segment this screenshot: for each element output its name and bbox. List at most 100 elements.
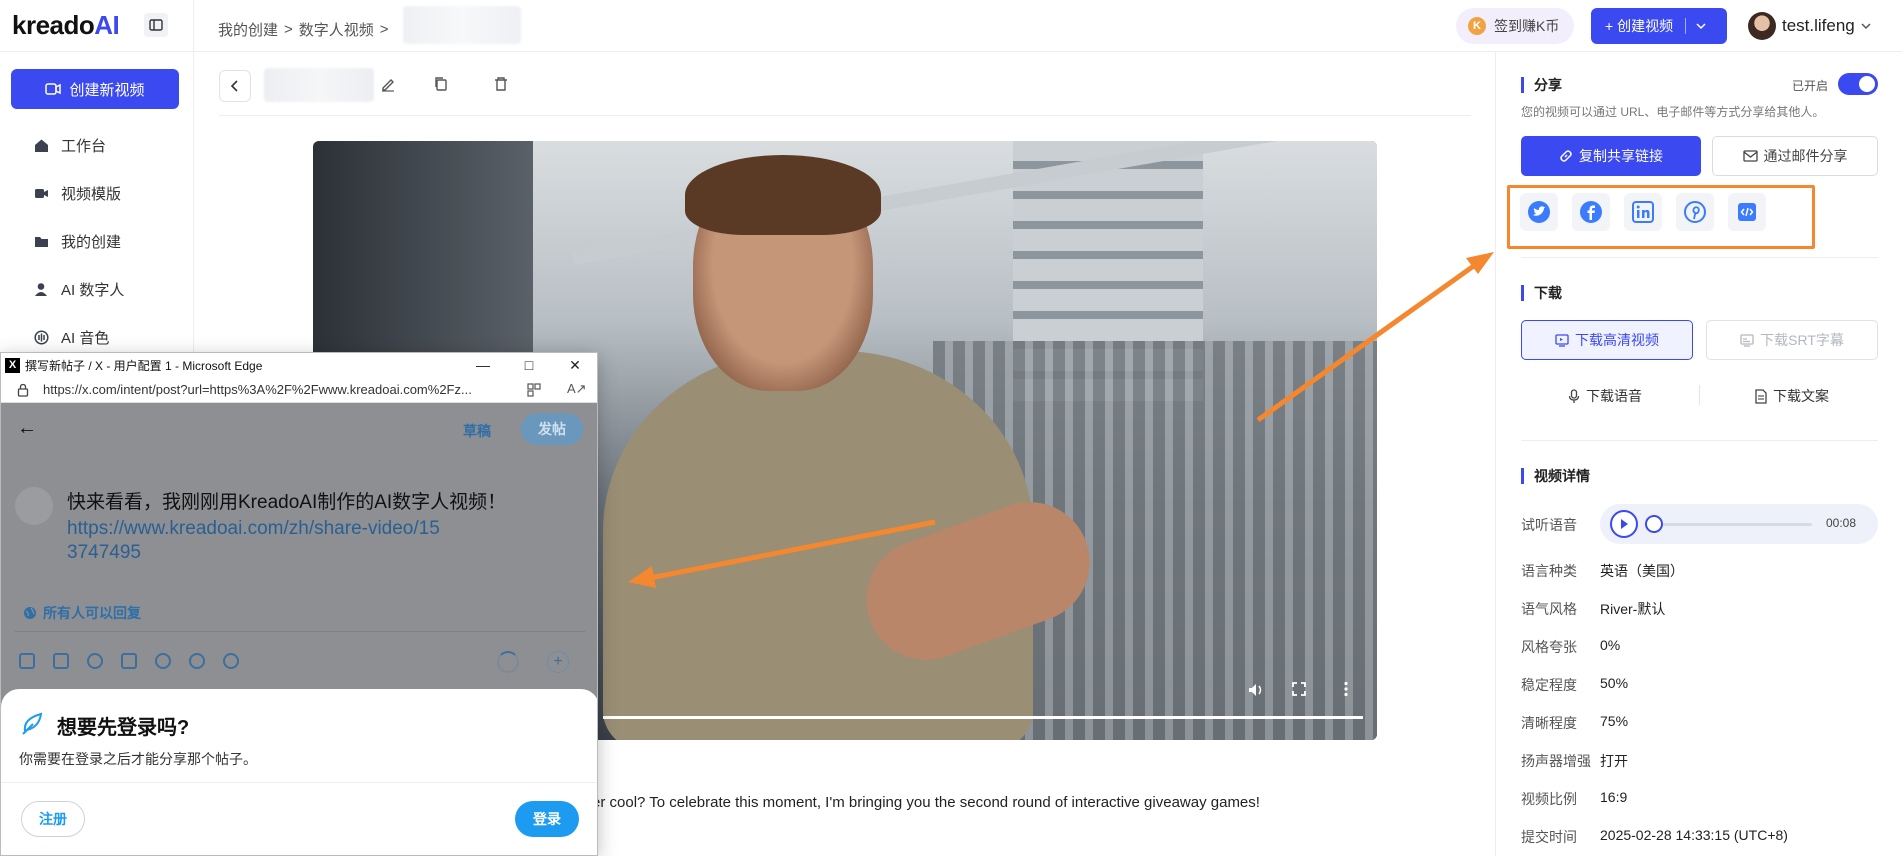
schedule-icon[interactable] xyxy=(189,653,205,669)
video-title-blurred xyxy=(264,68,374,102)
audio-seek-handle[interactable] xyxy=(1645,515,1663,533)
avatar xyxy=(1748,12,1776,40)
twitter-icon xyxy=(1528,201,1550,223)
close-icon[interactable]: ✕ xyxy=(565,355,585,375)
share-via-email-button[interactable]: 通过邮件分享 xyxy=(1712,136,1878,176)
video-progress-bar[interactable] xyxy=(603,716,1363,719)
fullscreen-icon[interactable] xyxy=(1291,681,1307,697)
share-description: 您的视频可以通过 URL、电子邮件等方式分享给其他人。 xyxy=(1521,105,1825,119)
x-post-text[interactable]: 快来看看，我刚刚用KreadoAI制作的AI数字人视频！ xyxy=(67,491,567,515)
create-new-video-button[interactable]: 创建新视频 xyxy=(11,69,179,109)
maximize-icon[interactable]: □ xyxy=(519,355,539,375)
x-logo-icon: X xyxy=(5,357,20,373)
download-script-link[interactable]: 下载文案 xyxy=(1755,386,1829,406)
kreado-logo[interactable]: kreadoAI xyxy=(12,10,120,41)
signup-button[interactable]: 注册 xyxy=(21,801,85,837)
share-facebook-button[interactable] xyxy=(1572,193,1610,231)
arrow-left-icon[interactable]: ← xyxy=(17,417,37,440)
edge-address-bar[interactable]: https://x.com/intent/post?url=https%3A%2… xyxy=(1,377,597,403)
share-embed-button[interactable] xyxy=(1728,193,1766,231)
read-aloud-icon[interactable]: A↗ xyxy=(567,381,587,397)
emoji-icon[interactable] xyxy=(155,653,171,669)
home-icon xyxy=(35,139,48,152)
details-section-title: 视频详情 xyxy=(1521,468,1590,484)
copy-icon[interactable] xyxy=(433,76,449,92)
breadcrumb-avatar-videos[interactable]: 数字人视频 xyxy=(299,19,374,40)
voice-icon xyxy=(34,330,49,345)
coin-icon: K xyxy=(1468,17,1486,35)
add-post-button[interactable]: + xyxy=(547,651,569,673)
sidebar-item-ai-avatar[interactable]: AI 数字人 xyxy=(34,279,124,300)
detail-label: 语气风格 xyxy=(1521,601,1577,617)
audio-player: 00:08 xyxy=(1600,504,1878,544)
share-pinterest-button[interactable] xyxy=(1676,193,1714,231)
mail-icon xyxy=(1742,150,1758,162)
topbar-divider xyxy=(193,0,194,52)
x-compose-toolbar xyxy=(19,653,239,669)
image-icon[interactable] xyxy=(19,653,35,669)
subtitle-icon xyxy=(1740,333,1754,347)
right-panel: 分享 已开启 您的视频可以通过 URL、电子邮件等方式分享给其他人。 复制共享链… xyxy=(1495,52,1902,856)
download-srt-button[interactable]: 下载SRT字幕 xyxy=(1706,320,1878,360)
sidebar-toggle-icon xyxy=(149,19,163,31)
share-linkedin-button[interactable] xyxy=(1624,193,1662,231)
sidebar-item-my-creations[interactable]: 我的创建 xyxy=(34,231,121,252)
user-menu[interactable]: test.lifeng xyxy=(1748,12,1871,40)
back-button[interactable] xyxy=(219,70,251,102)
detail-label: 清晰程度 xyxy=(1521,715,1577,731)
chevron-down-icon[interactable] xyxy=(1696,21,1706,31)
avatar xyxy=(15,487,53,525)
play-icon xyxy=(1621,519,1628,529)
edge-url-text: https://x.com/intent/post?url=https%3A%2… xyxy=(43,382,472,397)
download-audio-link[interactable]: 下载语音 xyxy=(1568,386,1642,406)
detail-value-language: 英语（美国） xyxy=(1600,563,1684,579)
x-drafts-button[interactable]: 草稿 xyxy=(463,421,491,441)
audio-duration: 00:08 xyxy=(1826,516,1857,530)
minimize-icon[interactable]: — xyxy=(473,355,493,375)
download-hd-video-button[interactable]: 下载高清视频 xyxy=(1521,320,1693,360)
preview-audio-label: 试听语音 xyxy=(1521,517,1577,533)
folder-icon xyxy=(35,237,48,247)
login-button[interactable]: 登录 xyxy=(515,801,579,837)
video-description: er cool? To celebrate this moment, I'm b… xyxy=(592,794,1260,811)
x-post-button[interactable]: 发帖 xyxy=(521,413,583,445)
audio-seek-track[interactable] xyxy=(1656,523,1812,526)
character-count-ring xyxy=(497,651,519,673)
detail-label: 扬声器增强 xyxy=(1521,753,1591,769)
detail-value-speaker-boost: 打开 xyxy=(1600,753,1628,769)
top-bar: kreadoAI 我的创建 > 数字人视频 > K 签到赚K币 + 创建视频 t… xyxy=(0,0,1902,52)
share-section-title: 分享 xyxy=(1521,77,1562,93)
location-icon[interactable] xyxy=(223,653,239,669)
share-twitter-button[interactable] xyxy=(1520,193,1558,231)
x-reply-setting[interactable]: 所有人可以回复 xyxy=(23,603,141,623)
sidebar-item-workspace[interactable]: 工作台 xyxy=(34,135,106,156)
trash-icon[interactable] xyxy=(493,76,509,92)
share-toggle[interactable] xyxy=(1838,73,1878,95)
detail-value-clarity: 75% xyxy=(1600,713,1629,729)
breadcrumb-blurred-title xyxy=(402,6,521,44)
gif-icon[interactable] xyxy=(53,653,69,669)
copy-share-link-button[interactable]: 复制共享链接 xyxy=(1521,136,1701,176)
edit-icon[interactable] xyxy=(380,76,396,92)
sidebar-collapse-button[interactable] xyxy=(144,13,168,37)
microphone-icon xyxy=(1568,388,1580,403)
more-options-icon[interactable] xyxy=(1343,681,1349,697)
play-button[interactable] xyxy=(1610,510,1638,538)
sidebar-item-video-templates[interactable]: 视频模版 xyxy=(34,183,121,204)
sidebar-item-ai-voice[interactable]: AI 音色 xyxy=(34,327,109,348)
volume-icon[interactable] xyxy=(1247,681,1265,699)
detail-value-submit-time: 2025-02-28 14:33:15 (UTC+8) xyxy=(1600,827,1788,843)
create-video-button[interactable]: + 创建视频 xyxy=(1591,8,1727,44)
detail-value-aspect-ratio: 16:9 xyxy=(1600,789,1628,805)
grok-icon[interactable] xyxy=(87,653,103,669)
breadcrumb-my-creations[interactable]: 我的创建 xyxy=(218,19,278,40)
user-icon xyxy=(35,283,47,296)
video-toolbar xyxy=(219,68,1471,116)
video-template-icon xyxy=(35,189,48,198)
edge-popup-window: X 撰写新帖子 / X - 用户配置 1 - Microsoft Edge — … xyxy=(0,352,598,856)
app-icon[interactable] xyxy=(527,383,541,397)
x-post-link[interactable]: https://www.kreadoai.com/zh/share-video/… xyxy=(67,517,447,565)
signin-earn-button[interactable]: K 签到赚K币 xyxy=(1456,8,1574,44)
poll-icon[interactable] xyxy=(121,653,137,669)
download-section-title: 下载 xyxy=(1521,285,1562,301)
